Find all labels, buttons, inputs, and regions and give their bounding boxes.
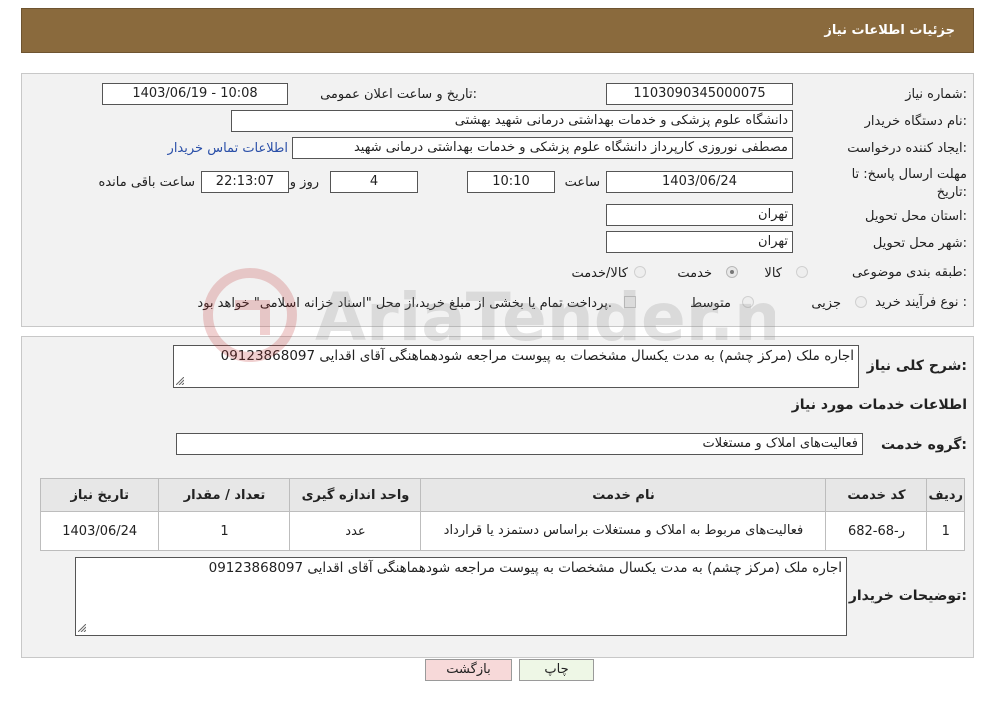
cell-quantity: 1 <box>158 511 291 551</box>
services-table: ردیف کد خدمت نام خدمت واحد اندازه گیری ت… <box>39 478 965 551</box>
service-group-field: فعالیت‌های املاک و مستغلات <box>176 433 863 455</box>
deadline-time-field: 10:10 <box>467 171 555 193</box>
payment-checkbox[interactable] <box>624 296 636 308</box>
category-option-goods: کالا <box>764 266 782 281</box>
city-label: شهر محل تحویل: <box>872 236 967 251</box>
need-number-label: شماره نیاز: <box>905 87 967 102</box>
deadline-label: مهلت ارسال پاسخ: تا تاریخ: <box>852 166 967 202</box>
creator-label: ایجاد کننده درخواست: <box>847 141 967 156</box>
table-row: 1 ر-68-682 فعالیت‌های مربوط به املاک و م… <box>39 511 965 551</box>
province-label: استان محل تحویل: <box>865 209 967 224</box>
page-title: جزئیات اطلاعات نیاز <box>824 23 955 38</box>
city-field: تهران <box>606 231 793 253</box>
process-radio-minor[interactable] <box>855 296 867 308</box>
creator-field: مصطفی نوروزی کارپرداز دانشگاه علوم پزشکی… <box>292 137 793 159</box>
category-option-goods-service: کالا/خدمت <box>571 266 628 281</box>
contact-buyer-link[interactable]: اطلاعات تماس خریدار <box>168 141 288 156</box>
announce-field: 1403/06/19 - 10:08 <box>102 83 288 105</box>
col-header-unit: واحد اندازه گیری <box>289 478 422 512</box>
col-header-need-date: تاریخ نیاز <box>39 478 160 512</box>
col-header-service-code: کد خدمت <box>825 478 928 512</box>
category-radio-goods[interactable] <box>796 266 808 278</box>
service-group-label: گروه خدمت: <box>881 437 967 453</box>
description-text: اجاره ملک (مرکز چشم) به مدت یکسال مشخصات… <box>220 348 854 364</box>
col-header-service-name: نام خدمت <box>420 478 827 512</box>
deadline-label-line1: مهلت ارسال پاسخ: تا <box>851 167 967 182</box>
need-number-field: 1103090345000075 <box>606 83 793 105</box>
table-header-row: ردیف کد خدمت نام خدمت واحد اندازه گیری ت… <box>39 478 965 512</box>
col-header-row-number: ردیف <box>926 478 965 512</box>
buyer-notes-textarea[interactable]: اجاره ملک (مرکز چشم) به مدت یکسال مشخصات… <box>75 557 847 636</box>
cell-need-date: 1403/06/24 <box>39 511 160 551</box>
process-radio-medium[interactable] <box>742 296 754 308</box>
category-option-service: خدمت <box>677 266 712 281</box>
cell-row-number: 1 <box>926 511 965 551</box>
buyer-notes-text: اجاره ملک (مرکز چشم) به مدت یکسال مشخصات… <box>208 560 842 576</box>
description-label: شرح کلی نیاز: <box>866 358 967 374</box>
cell-unit: عدد <box>289 511 422 551</box>
buyer-org-label: نام دستگاه خریدار: <box>864 114 967 129</box>
buyer-org-field: دانشگاه علوم پزشکی و خدمات بهداشتی درمان… <box>231 110 793 132</box>
days-label: روز و <box>289 175 319 190</box>
page-header: جزئیات اطلاعات نیاز <box>21 8 974 53</box>
buyer-notes-label: توضیحات خریدار: <box>848 588 967 604</box>
process-label: نوع فرآیند خرید : <box>875 295 967 310</box>
print-button[interactable]: چاپ <box>519 659 594 681</box>
remaining-label: ساعت باقی مانده <box>98 175 195 190</box>
remaining-time-field: 22:13:07 <box>201 171 289 193</box>
services-section-title: اطلاعات خدمات مورد نیاز <box>791 397 967 413</box>
deadline-date-field: 1403/06/24 <box>606 171 793 193</box>
deadline-label-line2: تاریخ: <box>936 185 967 200</box>
days-field: 4 <box>330 171 418 193</box>
time-label: ساعت <box>564 175 600 190</box>
back-button[interactable]: بازگشت <box>425 659 512 681</box>
process-option-medium: متوسط <box>690 296 731 311</box>
description-textarea[interactable]: اجاره ملک (مرکز چشم) به مدت یکسال مشخصات… <box>173 345 859 388</box>
resize-grip-icon[interactable] <box>176 377 184 385</box>
category-radio-service[interactable] <box>726 266 738 278</box>
announce-label: تاریخ و ساعت اعلان عمومی: <box>320 87 477 102</box>
cell-service-name: فعالیت‌های مربوط به املاک و مستغلات براس… <box>420 511 827 551</box>
process-option-minor: جزیی <box>811 296 841 311</box>
category-radio-goods-service[interactable] <box>634 266 646 278</box>
resize-grip-icon[interactable] <box>78 624 86 632</box>
province-field: تهران <box>606 204 793 226</box>
payment-note: پرداخت تمام یا بخشی از مبلغ خرید،از محل … <box>197 296 612 311</box>
col-header-quantity: تعداد / مقدار <box>158 478 291 512</box>
cell-service-code: ر-68-682 <box>825 511 928 551</box>
category-label: طبقه بندی موضوعی: <box>851 265 967 280</box>
